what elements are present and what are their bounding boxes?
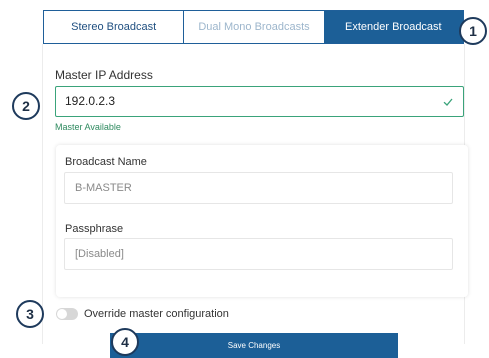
callout-marker-2: 2	[12, 92, 40, 120]
passphrase-field: [Disabled]	[64, 238, 453, 270]
override-label: Override master configuration	[84, 308, 229, 320]
callout-marker-4: 4	[111, 328, 139, 356]
callout-marker-3: 3	[16, 300, 44, 328]
tab-dual-mono-broadcasts[interactable]: Dual Mono Broadcasts	[184, 11, 323, 43]
broadcast-tabs: Stereo Broadcast Dual Mono Broadcasts Ex…	[43, 10, 464, 44]
master-config-card: Broadcast Name B-MASTER Passphrase [Disa…	[56, 145, 468, 297]
override-toggle[interactable]	[56, 308, 78, 320]
tab-extender-broadcast[interactable]: Extender Broadcast	[323, 11, 463, 43]
broadcast-name-label: Broadcast Name	[65, 156, 147, 168]
save-changes-button[interactable]: Save Changes	[110, 333, 398, 358]
toggle-knob	[57, 309, 67, 319]
tab-stereo-broadcast[interactable]: Stereo Broadcast	[44, 11, 185, 43]
passphrase-label: Passphrase	[65, 223, 124, 235]
master-ip-input[interactable]: 192.0.2.3	[55, 86, 464, 117]
callout-marker-1: 1	[459, 17, 487, 45]
broadcast-name-field: B-MASTER	[64, 172, 453, 204]
override-toggle-row: Override master configuration	[56, 308, 229, 320]
master-ip-value: 192.0.2.3	[65, 94, 116, 108]
master-status-text: Master Available	[55, 122, 121, 132]
check-icon	[443, 87, 453, 116]
master-ip-label: Master IP Address	[55, 68, 153, 82]
